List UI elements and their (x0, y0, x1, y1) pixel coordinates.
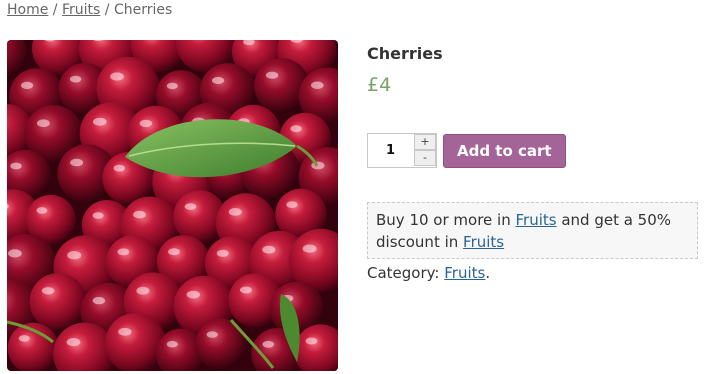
cherry-highlight (8, 249, 22, 258)
category-punctuation: . (485, 264, 491, 282)
cherry-highlight (92, 296, 106, 305)
cherry-highlight (37, 119, 50, 127)
cherry-highlight (110, 72, 124, 81)
cherry-highlight (113, 164, 126, 172)
breadcrumb-fruits-link[interactable]: Fruits (62, 2, 100, 18)
cherry-highlight (93, 117, 107, 126)
breadcrumb-home-link[interactable]: Home (7, 2, 48, 18)
category-fruits-link[interactable]: Fruits (444, 264, 485, 282)
cherry-highlight (136, 286, 150, 295)
product-image[interactable] (7, 40, 338, 371)
quantity-stepper: + - (367, 133, 437, 168)
cherry-highlight (286, 201, 298, 209)
cherry-highlight (18, 335, 30, 342)
cherry-highlight (216, 249, 229, 257)
promo-fruits-link-2[interactable]: Fruits (463, 233, 504, 251)
add-to-cart-button[interactable]: Add to cart (443, 133, 566, 168)
quantity-input[interactable] (368, 134, 413, 167)
cherry-highlight (168, 248, 180, 256)
promo-notice: Buy 10 or more in Fruits and get a 50% d… (367, 202, 698, 259)
cherry-highlight (166, 340, 178, 348)
cherry (195, 318, 247, 370)
quantity-increase-button[interactable]: + (414, 134, 436, 150)
cherry-highlight (21, 81, 34, 89)
cherry-highlight (212, 76, 225, 85)
cherry-highlight (186, 290, 200, 299)
cherry-highlight (311, 81, 324, 89)
product-summary: Cherries £4 + - Add to cart Buy 10 or mo… (367, 40, 702, 282)
cherry-highlight (262, 245, 276, 254)
cherry-highlight (228, 208, 242, 216)
cherry-highlight (302, 244, 317, 253)
cherry (29, 273, 87, 331)
cherry-highlight (206, 331, 218, 338)
cherry-highlight (133, 210, 146, 219)
cherry-highlight (290, 125, 302, 133)
cherry-highlight (262, 340, 275, 348)
cherry-highlight (166, 82, 178, 90)
cherry-highlight (92, 212, 104, 219)
breadcrumb-separator: / (48, 2, 62, 18)
quantity-decrease-button[interactable]: - (414, 150, 436, 166)
cherry-highlight (139, 119, 153, 128)
cherry-highlight (10, 162, 22, 170)
cherry-highlight (305, 337, 318, 345)
cherry-highlight (36, 207, 48, 214)
product-category: Category: Fruits. (367, 262, 490, 284)
add-to-cart-form: + - Add to cart (367, 133, 566, 168)
cherry-highlight (70, 158, 84, 167)
cherry-highlight (117, 248, 130, 256)
cherry-highlight (41, 287, 55, 295)
promo-text: Buy 10 or more in (376, 211, 516, 229)
breadcrumb-separator: / (100, 2, 114, 18)
cherry-highlight (67, 251, 82, 260)
cherry-highlight (118, 327, 132, 336)
breadcrumb: Home / Fruits / Cherries (7, 2, 172, 18)
cherry-highlight (240, 286, 252, 294)
cherry-highlight (184, 203, 197, 211)
product-title: Cherries (367, 44, 443, 63)
product-price: £4 (367, 74, 392, 96)
cherry-highlight (266, 71, 279, 79)
category-label: Category: (367, 264, 445, 282)
cherry (105, 313, 166, 371)
cherry-highlight (69, 75, 82, 83)
promo-fruits-link[interactable]: Fruits (515, 211, 556, 229)
cherry-highlight (66, 338, 81, 347)
breadcrumb-current: Cherries (113, 2, 173, 18)
